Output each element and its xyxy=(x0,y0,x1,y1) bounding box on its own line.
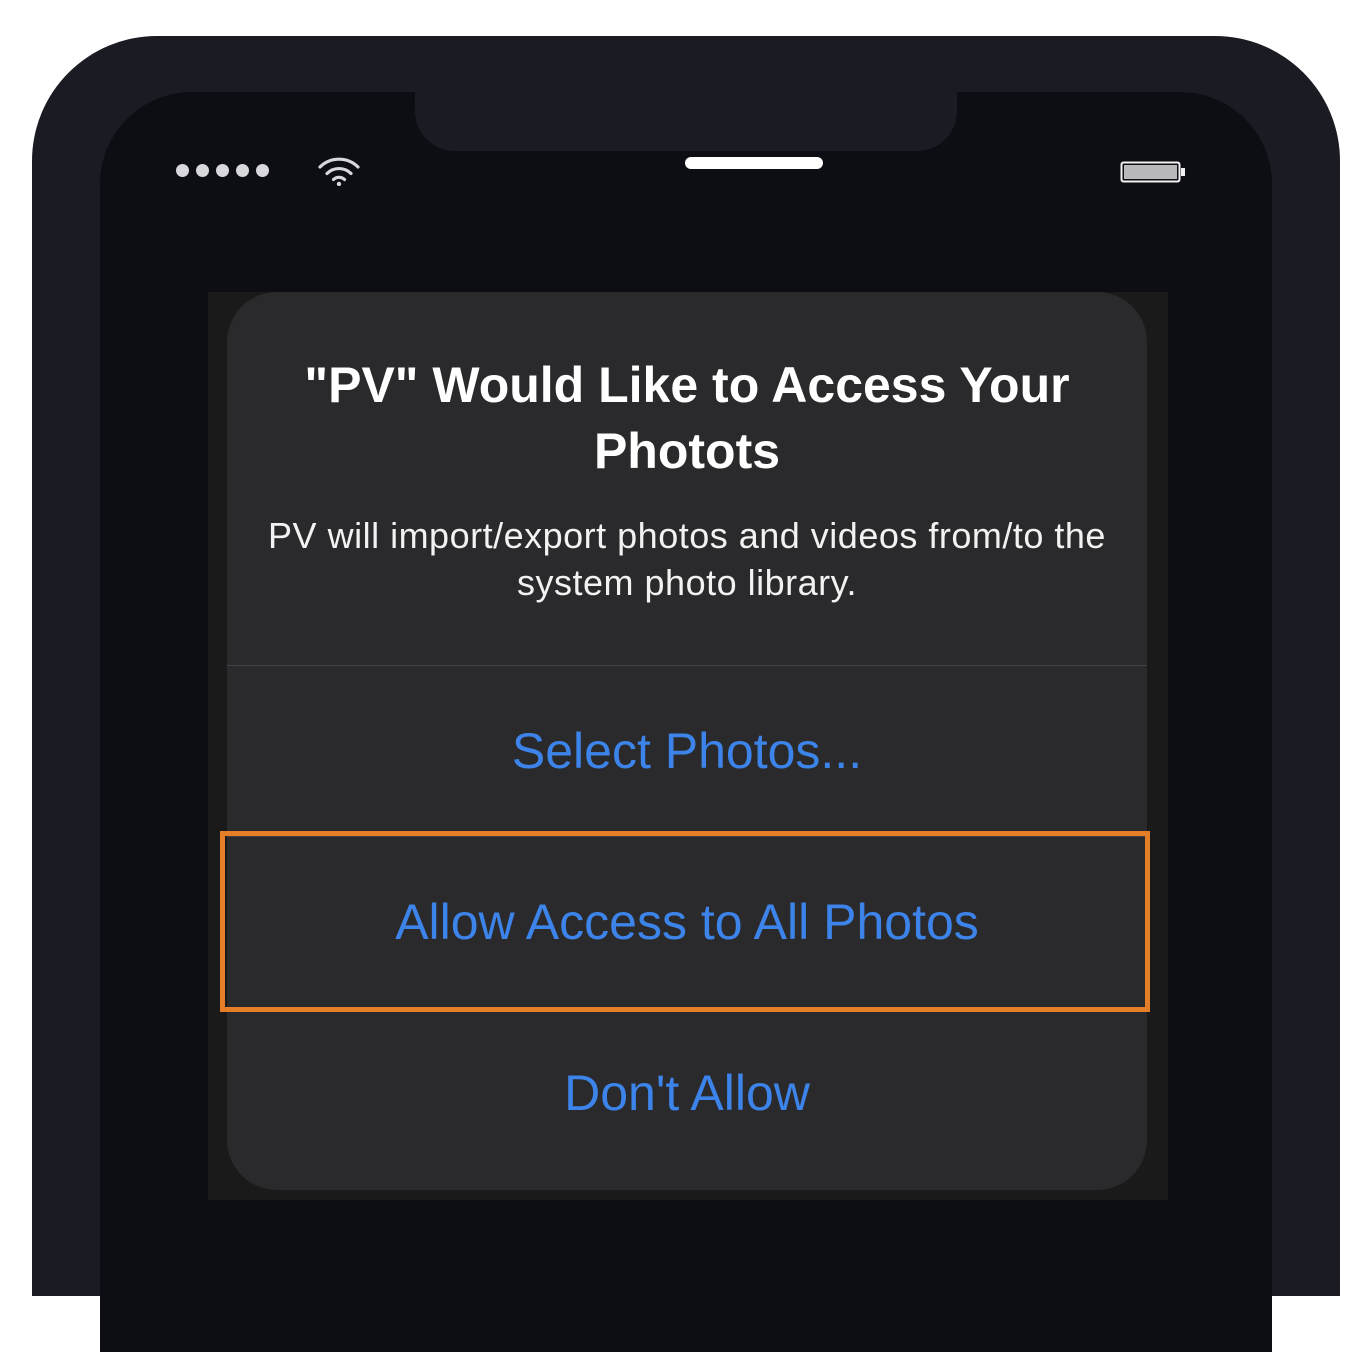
signal-dots-icon xyxy=(176,164,269,177)
signal-dot xyxy=(176,164,189,177)
photo-access-alert: "PV" Would Like to Access Your Photots P… xyxy=(227,292,1147,1190)
select-photos-button[interactable]: Select Photos... xyxy=(227,666,1147,836)
wifi-icon xyxy=(318,157,360,186)
top-indicator-pill xyxy=(685,157,823,169)
signal-dot xyxy=(196,164,209,177)
battery-icon xyxy=(1120,161,1185,183)
signal-dot xyxy=(256,164,269,177)
alert-title: "PV" Would Like to Access Your Photots xyxy=(304,357,1070,479)
dont-allow-button[interactable]: Don't Allow xyxy=(227,1008,1147,1178)
signal-dot xyxy=(236,164,249,177)
signal-dot xyxy=(216,164,229,177)
alert-message: PV will import/export photos and videos … xyxy=(268,515,1106,603)
allow-all-photos-button[interactable]: Allow Access to All Photos xyxy=(227,837,1147,1007)
notch xyxy=(415,92,957,151)
